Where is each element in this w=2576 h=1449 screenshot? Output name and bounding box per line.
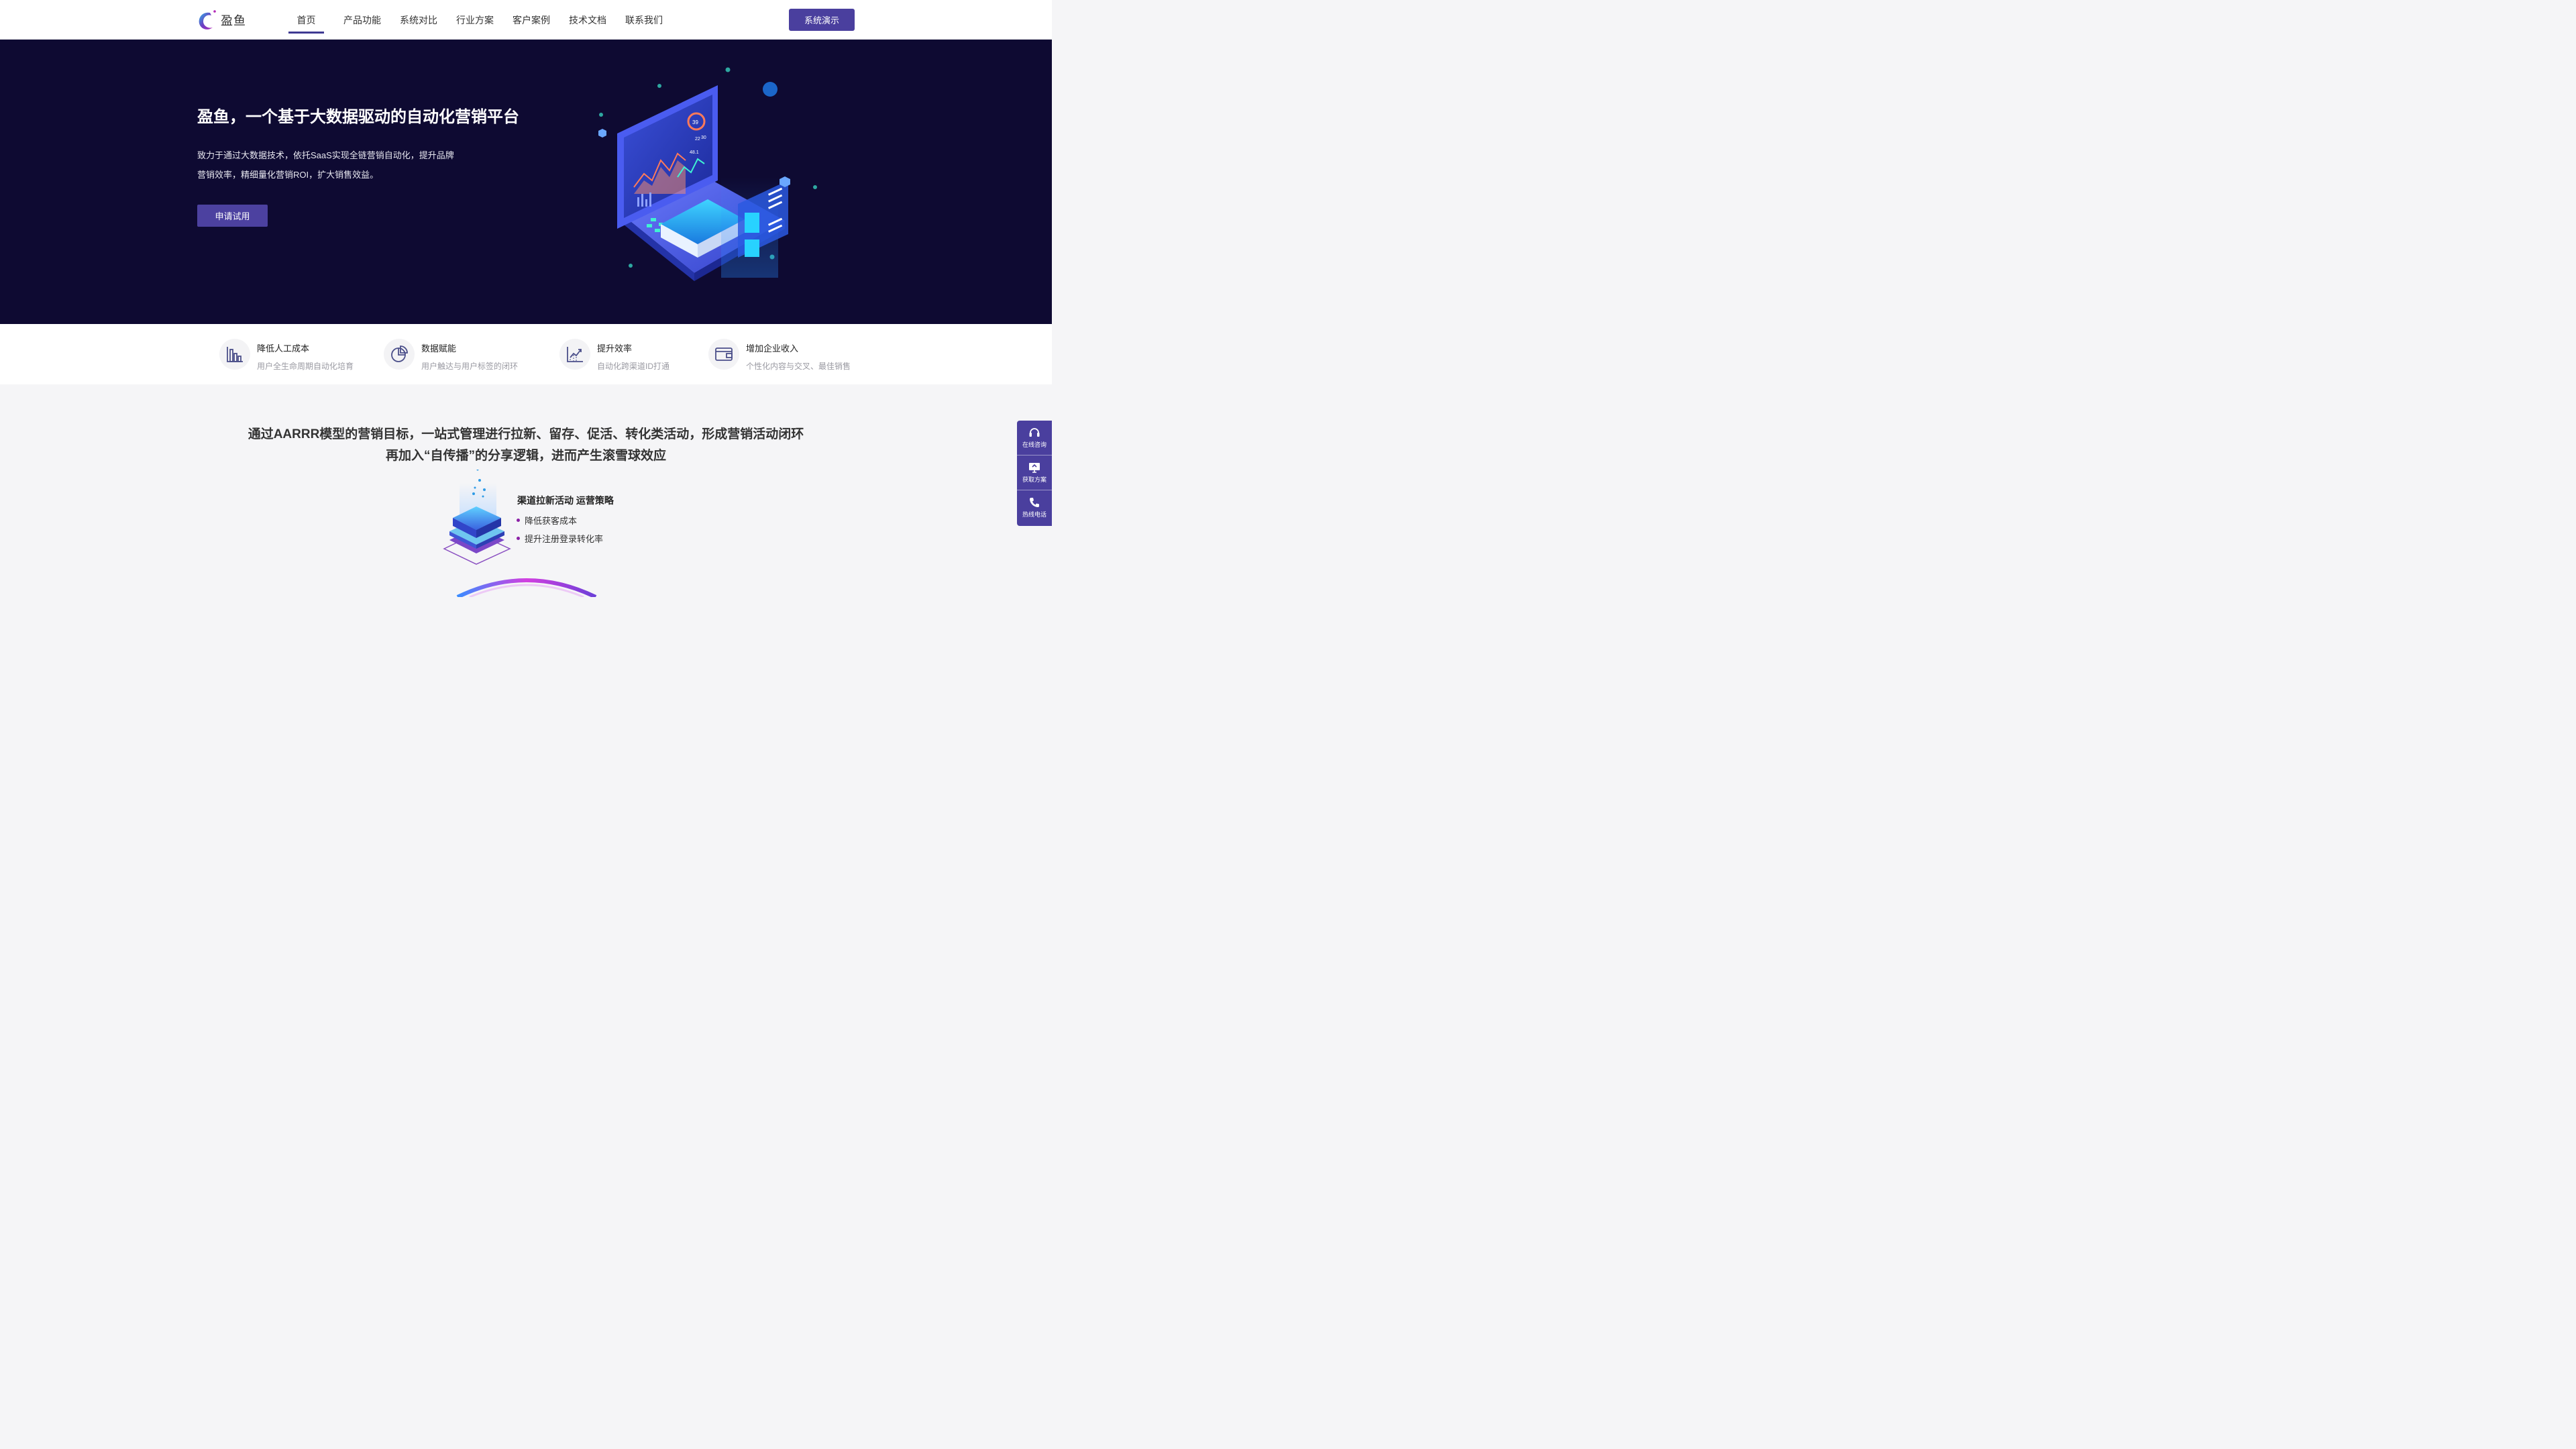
feature-item: 增加企业收入 个性化内容与交叉、最佳销售 [708,339,851,372]
presentation-icon [1029,462,1040,473]
strategy-title: 渠道拉新活动 运营策略 [517,495,614,506]
apply-trial-button[interactable]: 申请试用 [197,205,268,227]
feature-title: 增加企业收入 [746,343,799,354]
side-item-label: 在线咨询 [1022,441,1046,448]
nav-label: 技术文档 [569,14,606,25]
wallet-icon [708,339,739,370]
nav-contact-us[interactable]: 联系我们 [616,0,672,40]
strategy-point: 提升注册登录转化率 [517,529,603,547]
nav-label: 行业方案 [456,14,494,25]
bullet-dot-icon [517,519,520,522]
nav-tech-docs[interactable]: 技术文档 [559,0,616,40]
logo-text: 盈鱼 [221,14,246,28]
nav-label: 客户案例 [513,14,550,25]
side-float-panel: 在线咨询 获取方案 热线电话 [1017,421,1052,526]
hero-description: 致力于通过大数据技术，依托SaaS实现全链营销自动化，提升品牌 营销效率，精细量… [197,146,466,184]
system-demo-button[interactable]: 系统演示 [789,9,855,31]
side-item-label: 获取方案 [1022,476,1046,483]
feature-title: 降低人工成本 [257,343,310,354]
feature-item: 提升效率 自动化跨渠道ID打通 [559,339,669,372]
nav-label: 产品功能 [343,14,381,25]
trend-chart-icon [559,339,590,370]
section-heading: 再加入“自传播”的分享逻辑，进而产生滚雪球效应 [385,449,666,463]
screen-number: 39 [692,119,698,125]
strategy-point-text: 提升注册登录转化率 [525,534,604,544]
feature-subtitle: 个性化内容与交叉、最佳销售 [746,362,851,371]
feature-subtitle: 自动化跨渠道ID打通 [597,362,670,371]
strategy-point: 降低获客成本 [517,511,603,529]
stacked-layers-illustration [443,470,511,565]
section-heading: 通过AARRR模型的营销目标，一站式管理进行拉新、留存、促活、转化类活动，形成营… [248,427,804,441]
hero-description-line: 营销效率，精细量化营销ROI，扩大销售效益。 [197,170,379,180]
nav-product-features[interactable]: 产品功能 [334,0,390,40]
hero-banner: 盈鱼，一个基于大数据驱动的自动化营销平台 致力于通过大数据技术，依托SaaS实现… [0,40,1052,324]
bullet-dot-icon [517,537,520,540]
screen-number: 30 [701,136,706,140]
pie-chart-icon [384,339,415,370]
feature-title: 提升效率 [597,343,633,354]
feature-item: 数据赋能 用户触达与用户标签的闭环 [384,339,518,372]
screen-number: 48.1 [690,150,699,155]
bar-chart-icon [219,339,250,370]
features-bar: 降低人工成本 用户全生命周期自动化培育 数据赋能 用户触达与用户标签的闭环 提升… [0,324,1052,384]
nav-label: 联系我们 [625,14,663,25]
hero-title: 盈鱼，一个基于大数据驱动的自动化营销平台 [197,108,519,126]
strategy-points: 降低获客成本 提升注册登录转化率 [517,511,603,547]
feature-subtitle: 用户全生命周期自动化培育 [257,362,354,371]
isometric-laptop-illustration: 39 22 30 48.1 [598,67,817,281]
nav-label: 系统对比 [400,14,437,25]
strategy-point-text: 降低获客成本 [525,516,578,526]
phone-icon [1030,498,1039,507]
nav-system-compare[interactable]: 系统对比 [390,0,447,40]
main-nav: 首页 产品功能 系统对比 行业方案 客户案例 技术文档 联系我们 [288,0,672,40]
fish-logo-icon [199,10,216,30]
side-item-label: 热线电话 [1022,511,1046,518]
feature-subtitle: 用户触达与用户标签的闭环 [421,362,519,371]
nav-industry-solutions[interactable]: 行业方案 [447,0,503,40]
feature-title: 数据赋能 [421,343,457,354]
get-solution-button[interactable]: 获取方案 [1017,455,1052,490]
nav-label: 首页 [297,14,316,25]
headset-icon [1029,427,1040,437]
feature-item: 降低人工成本 用户全生命周期自动化培育 [219,339,354,372]
online-consult-button[interactable]: 在线咨询 [1017,421,1052,455]
strategy-block: 渠道拉新活动 运营策略 降低获客成本 提升注册登录转化率 [443,470,657,570]
nav-customer-cases[interactable]: 客户案例 [503,0,559,40]
site-header: 盈鱼 首页 产品功能 系统对比 行业方案 客户案例 技术文档 联系我们 系统演示 [0,0,1052,40]
hotline-button[interactable]: 热线电话 [1017,490,1052,525]
logo[interactable]: 盈鱼 [197,8,246,32]
hero-description-line: 致力于通过大数据技术，依托SaaS实现全链营销自动化，提升品牌 [197,150,454,160]
nav-home[interactable]: 首页 [288,0,324,40]
screen-number: 22 [695,137,700,142]
funnel-ring-graphic [456,578,597,597]
